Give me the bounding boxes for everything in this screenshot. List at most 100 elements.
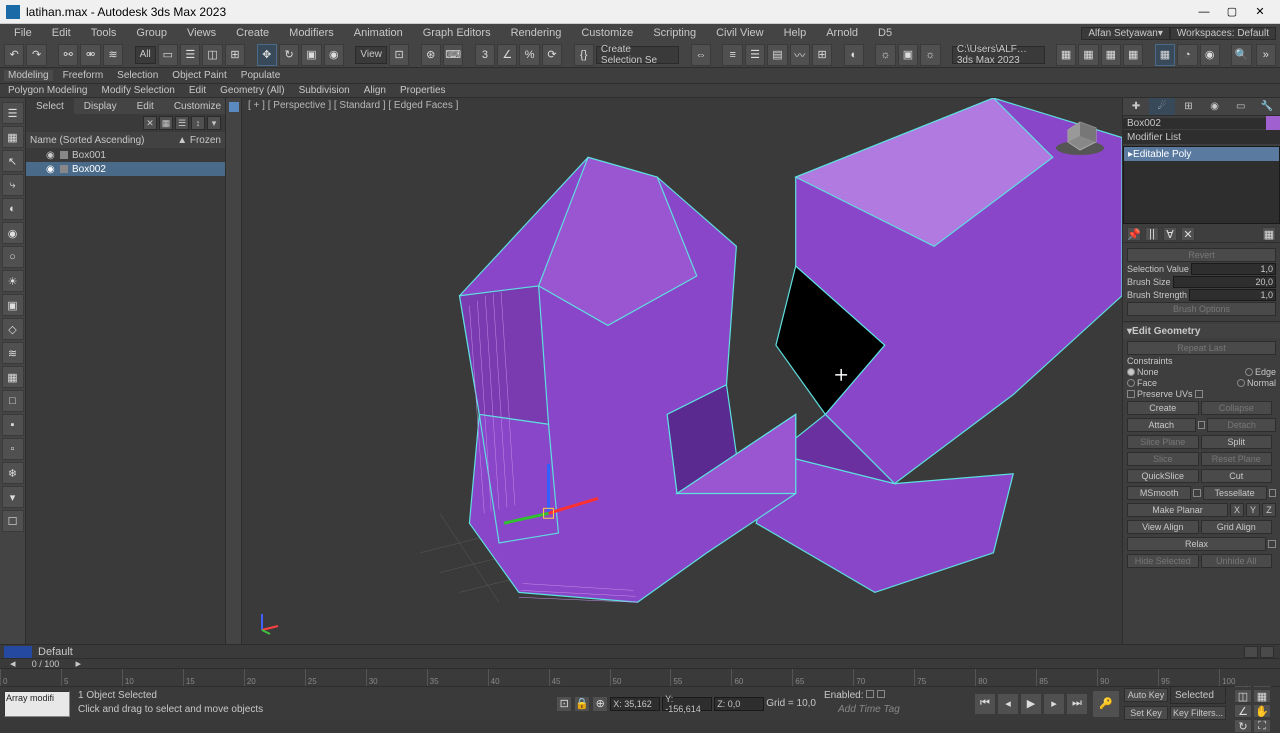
menu-create[interactable]: Create — [226, 24, 279, 42]
unlink-button[interactable]: ⚮ — [80, 44, 100, 66]
menu-grapheditors[interactable]: Graph Editors — [413, 24, 501, 42]
stack-item-editable-poly[interactable]: ▸ Editable Poly — [1124, 147, 1279, 161]
scene-layer-icon[interactable]: ☰ — [175, 116, 189, 130]
angle-snap-button[interactable]: ∠ — [497, 44, 517, 66]
subtab-modifyselection[interactable]: Modify Selection — [98, 85, 179, 96]
misc-filter-icon[interactable]: ☐ — [2, 510, 24, 532]
quickslice-button[interactable]: QuickSlice — [1127, 469, 1199, 483]
play-button[interactable]: ▶ — [1020, 693, 1042, 715]
key-filters-dropdown[interactable]: Selected — [1170, 686, 1226, 704]
scene-tab-display[interactable]: Display — [74, 98, 127, 114]
select-place-button[interactable]: ◉ — [324, 44, 344, 66]
material-preview-icon[interactable] — [4, 646, 32, 658]
planar-z-button[interactable]: Z — [1262, 503, 1276, 517]
ribbon-tab-populate[interactable]: Populate — [237, 70, 284, 81]
scene-sort-icon[interactable]: ↕ — [191, 116, 205, 130]
scene-explorer-icon[interactable]: ☰ — [2, 102, 24, 124]
absolute-transform-icon[interactable]: ⊕ — [592, 696, 608, 712]
planar-y-button[interactable]: Y — [1246, 503, 1260, 517]
key-filters-button[interactable]: Key Filters... — [1170, 706, 1226, 720]
reset-plane-button[interactable]: Reset Plane — [1201, 452, 1273, 466]
create-tab-icon[interactable]: ✚ — [1123, 98, 1149, 115]
visibility-icon[interactable]: ◉ — [46, 164, 56, 175]
brush-size-spinner[interactable]: 20,0 — [1173, 276, 1276, 288]
display-tab-icon[interactable]: ▭ — [1228, 98, 1254, 115]
zoom-extents-icon[interactable]: ◫ — [1234, 689, 1252, 703]
zoom-extents-all-icon[interactable]: ▦ — [1253, 689, 1271, 703]
hide-selected-button[interactable]: Hide Selected — [1127, 554, 1199, 568]
scene-header-frozen[interactable]: ▲ Frozen — [177, 135, 221, 146]
scene-search-close-icon[interactable]: ✕ — [143, 116, 157, 130]
coord-x[interactable]: X: 35,162 — [610, 697, 660, 711]
relax-settings-icon[interactable] — [1268, 540, 1276, 548]
utilities-tab-icon[interactable]: 🔧 — [1254, 98, 1280, 115]
project-path[interactable]: C:\Users\ALF… 3ds Max 2023 — [952, 46, 1045, 64]
use-pivot-center-button[interactable]: ⊡ — [389, 44, 409, 66]
select-rotate-button[interactable]: ↻ — [279, 44, 299, 66]
relax-button[interactable]: Relax — [1127, 537, 1266, 551]
prev-frame-button[interactable]: ◂ — [997, 693, 1019, 715]
shape-filter-icon[interactable]: ○ — [2, 246, 24, 268]
container-filter-icon[interactable]: ▫ — [2, 438, 24, 460]
time-slider-toggle[interactable]: ◔ — [1177, 44, 1197, 66]
constraint-face-radio[interactable]: Face — [1127, 378, 1157, 388]
coord-z[interactable]: Z: 0,0 — [714, 697, 764, 711]
object-name-field[interactable]: Box002 — [1123, 118, 1266, 129]
toggle-ribbon-button[interactable]: ▤ — [767, 44, 787, 66]
subtab-subdivision[interactable]: Subdivision — [295, 85, 354, 96]
unhide-all-button[interactable]: Unhide All — [1201, 554, 1273, 568]
scene-row-box002[interactable]: ◉ Box002 — [26, 162, 225, 176]
brush-options-button[interactable]: Brush Options — [1127, 302, 1276, 316]
menu-edit[interactable]: Edit — [42, 24, 81, 42]
ribbon-tab-freeform[interactable]: Freeform — [59, 70, 108, 81]
constraint-edge-radio[interactable]: Edge — [1245, 367, 1276, 377]
coord-y[interactable]: Y: -156,614 — [662, 697, 712, 711]
layer-explorer-button[interactable]: ☰ — [745, 44, 765, 66]
scene-tab-edit[interactable]: Edit — [127, 98, 164, 114]
motion-tab-icon[interactable]: ◉ — [1202, 98, 1228, 115]
detach-button[interactable]: Detach — [1207, 418, 1276, 432]
preserve-uvs-settings-icon[interactable] — [1195, 390, 1203, 398]
remove-modifier-icon[interactable]: ✕ — [1181, 227, 1195, 241]
menu-d5[interactable]: D5 — [868, 24, 902, 42]
object-color-swatch[interactable] — [1266, 116, 1280, 130]
search-button[interactable]: 🔍 — [1231, 44, 1251, 66]
visibility-icon[interactable]: ◉ — [46, 150, 56, 161]
constraint-none-radio[interactable]: None — [1127, 367, 1159, 377]
display-layer-icon[interactable]: ▦ — [2, 126, 24, 148]
minimize-button[interactable]: — — [1190, 3, 1218, 21]
display-icon[interactable]: ◐ — [2, 198, 24, 220]
mirror-button[interactable]: ⇔ — [691, 44, 711, 66]
select-icon[interactable]: ↖ — [2, 150, 24, 172]
camera-filter-icon[interactable]: ▣ — [2, 294, 24, 316]
undo-button[interactable]: ↶ — [4, 44, 24, 66]
show-end-result-icon[interactable]: || — [1145, 227, 1159, 241]
rendered-frame-window-button[interactable]: ▣ — [898, 44, 918, 66]
spinner-snap-button[interactable]: ⟳ — [542, 44, 562, 66]
modifier-stack[interactable]: ▸ Editable Poly — [1123, 146, 1280, 224]
adaptive-update-check[interactable] — [877, 690, 885, 698]
light-filter-icon[interactable]: ☀ — [2, 270, 24, 292]
adaptive-degradation-check[interactable] — [866, 690, 874, 698]
attach-list-icon[interactable] — [1198, 421, 1206, 429]
helper-filter-icon[interactable]: ◇ — [2, 318, 24, 340]
add-time-tag[interactable]: Add Time Tag — [820, 704, 970, 718]
menu-help[interactable]: Help — [774, 24, 817, 42]
spacewarp-filter-icon[interactable]: ≋ — [2, 342, 24, 364]
brush-strength-spinner[interactable]: 1,0 — [1189, 289, 1276, 301]
split-button[interactable]: Split — [1201, 435, 1273, 449]
viewcube[interactable] — [1050, 108, 1110, 158]
keyboard-shortcut-override-button[interactable]: ⌨ — [443, 44, 463, 66]
ribbon-tab-objectpaint[interactable]: Object Paint — [168, 70, 230, 81]
scene-filter-icon[interactable]: ▾ — [207, 116, 221, 130]
modifier-list-dropdown[interactable]: Modifier List — [1123, 130, 1280, 144]
planar-x-button[interactable]: X — [1230, 503, 1244, 517]
crease-explorer-button[interactable]: ▦ — [1123, 44, 1143, 66]
snap-toggle-button[interactable]: 3 — [475, 44, 495, 66]
menu-group[interactable]: Group — [126, 24, 177, 42]
isolate-icon[interactable]: ⊡ — [556, 696, 572, 712]
percent-snap-button[interactable]: % — [519, 44, 539, 66]
modify-tab-icon[interactable]: ☄ — [1149, 98, 1175, 115]
redo-button[interactable]: ↷ — [26, 44, 46, 66]
bone-filter-icon[interactable]: ▪ — [2, 414, 24, 436]
